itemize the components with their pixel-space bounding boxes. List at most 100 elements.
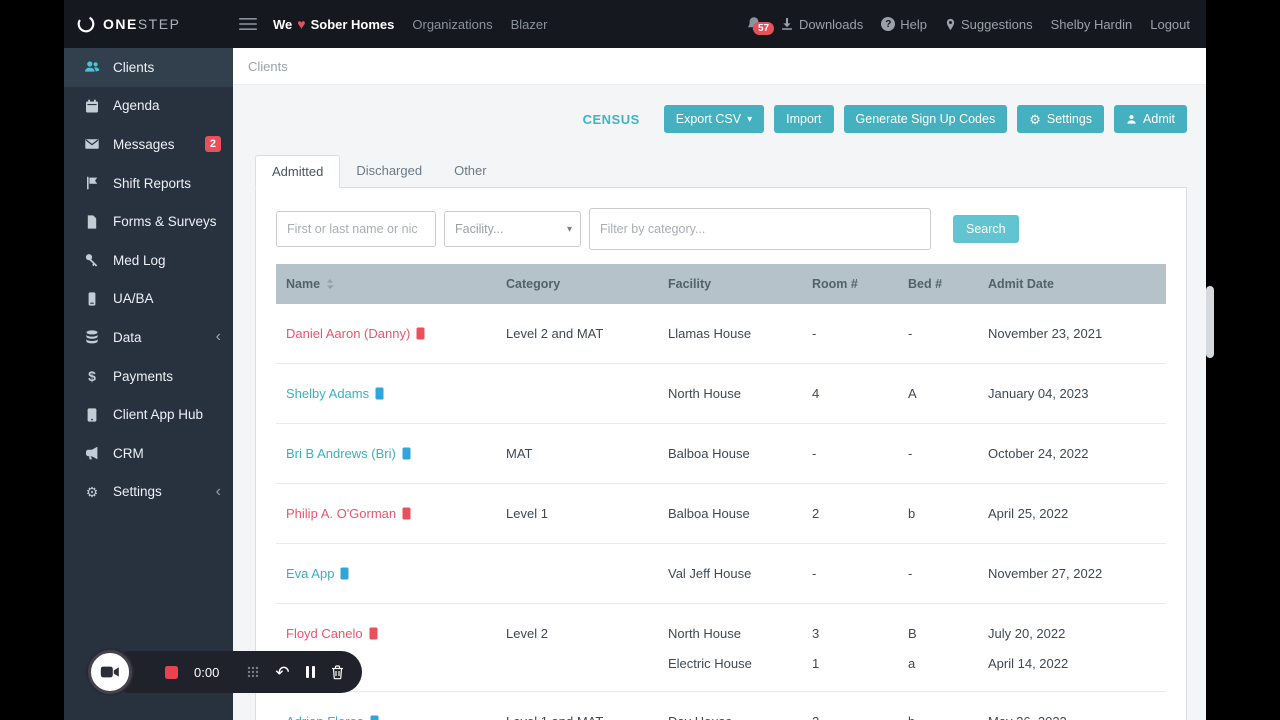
column-header-category: Category bbox=[496, 277, 658, 291]
client-name-link[interactable]: Philip A. O'Gorman bbox=[286, 506, 396, 521]
onestep-logo[interactable]: ONESTEP bbox=[64, 14, 233, 34]
sidebar-item-agenda[interactable]: Agenda bbox=[64, 87, 233, 126]
category-cell: Level 2 and MAT bbox=[506, 326, 604, 341]
facility-cell: Balboa House bbox=[658, 506, 802, 523]
client-name-link[interactable]: Eva App bbox=[286, 566, 334, 581]
name-cell: Daniel Aaron (Danny) bbox=[276, 326, 496, 343]
onestep-logo-icon bbox=[77, 15, 95, 33]
admit-button[interactable]: Admit bbox=[1114, 105, 1187, 133]
facility-cell: Dav House bbox=[658, 714, 802, 720]
nav-organizations[interactable]: Organizations bbox=[412, 17, 492, 32]
facility-value: Val Jeff House bbox=[668, 566, 752, 581]
caret-down-icon: ▾ bbox=[566, 223, 572, 235]
client-name-link[interactable]: Shelby Adams bbox=[286, 386, 369, 401]
flag-icon bbox=[84, 175, 100, 191]
breadcrumb-label: Clients bbox=[248, 58, 288, 74]
facility-select[interactable]: Facility... ▾ bbox=[444, 211, 581, 247]
main-area: Clients CENSUS Export CSV ▾ Import Gener… bbox=[233, 48, 1206, 720]
import-button[interactable]: Import bbox=[774, 105, 834, 133]
table-row: Daniel Aaron (Danny) Level 2 and MAT Llama… bbox=[276, 304, 1166, 364]
sidebar-item-label: Shift Reports bbox=[113, 175, 192, 191]
tabs: Admitted Discharged Other bbox=[255, 155, 1187, 188]
column-header-name[interactable]: Name bbox=[276, 277, 496, 291]
admit-date-cell: July 20, 2022 April 14, 2022 bbox=[978, 626, 1166, 671]
column-header-room: Room # bbox=[802, 277, 898, 291]
sidebar-item-label: CRM bbox=[113, 445, 144, 461]
generate-signup-codes-button[interactable]: Generate Sign Up Codes bbox=[843, 105, 1008, 133]
census-table: Name Category Facility Room # Bed # Admi… bbox=[276, 264, 1166, 720]
export-csv-button[interactable]: Export CSV ▾ bbox=[663, 105, 765, 133]
envelope-icon bbox=[84, 136, 100, 152]
settings-button[interactable]: ⚙ Settings bbox=[1017, 105, 1105, 133]
name-cell: Adrian Florea bbox=[276, 714, 496, 720]
mobile-phone-icon bbox=[402, 447, 411, 460]
suggestions-link[interactable]: Suggestions bbox=[945, 17, 1033, 32]
facility-cell: North House bbox=[658, 386, 802, 403]
client-name-link[interactable]: Adrian Florea bbox=[286, 714, 364, 720]
pause-button[interactable] bbox=[305, 666, 315, 678]
undo-icon[interactable]: ↶ bbox=[275, 664, 289, 681]
admit-date-cell: November 23, 2021 bbox=[978, 326, 1166, 343]
help-label: Help bbox=[900, 16, 928, 32]
sidebar-item-label: Agenda bbox=[113, 98, 160, 114]
name-search-input[interactable] bbox=[276, 211, 436, 247]
room-value: 1 bbox=[812, 656, 820, 671]
downloads-link[interactable]: Downloads bbox=[780, 17, 863, 32]
mobile-phone-icon bbox=[369, 627, 378, 640]
sidebar-item-shift-reports[interactable]: Shift Reports bbox=[64, 164, 233, 203]
category-filter-input[interactable] bbox=[589, 208, 931, 250]
settings-label: Settings bbox=[1046, 112, 1093, 126]
client-name-link[interactable]: Floyd Canelo bbox=[286, 626, 363, 641]
scrollbar-thumb[interactable] bbox=[1206, 286, 1214, 358]
bed-cell: - bbox=[898, 566, 978, 583]
sidebar-item-settings[interactable]: ⚙ Settings ‹ bbox=[64, 473, 233, 512]
sidebar-item-clients[interactable]: Clients bbox=[64, 48, 233, 87]
mobile-phone-icon bbox=[402, 507, 411, 520]
hamburger-menu-icon[interactable] bbox=[239, 17, 257, 31]
users-icon bbox=[84, 59, 100, 75]
help-link[interactable]: ? Help bbox=[881, 17, 927, 32]
logout-link[interactable]: Logout bbox=[1150, 17, 1190, 32]
sidebar-item-ua-ba[interactable]: UA/BA bbox=[64, 280, 233, 319]
room-value: 2 bbox=[812, 714, 898, 720]
document-icon bbox=[84, 214, 100, 230]
date-value: November 27, 2022 bbox=[988, 566, 1103, 581]
sidebar-item-messages[interactable]: Messages 2 bbox=[64, 125, 233, 164]
room-cell: 4 bbox=[802, 386, 898, 403]
mobile-phone-icon bbox=[375, 387, 384, 400]
user-menu[interactable]: Shelby Hardin bbox=[1051, 17, 1133, 32]
name-cell: Eva App bbox=[276, 566, 496, 583]
search-button[interactable]: Search bbox=[953, 215, 1019, 243]
date-value: July 20, 2022 bbox=[988, 626, 1066, 641]
sidebar-item-label: Client App Hub bbox=[113, 407, 204, 423]
person-icon bbox=[1127, 114, 1136, 124]
date-value: October 24, 2022 bbox=[988, 446, 1089, 461]
client-name-link[interactable]: Bri B Andrews (Bri) bbox=[286, 446, 396, 461]
drag-handle-icon[interactable] bbox=[247, 666, 259, 678]
test-strip-icon bbox=[84, 291, 100, 307]
category-cell: Level 2 bbox=[506, 626, 548, 641]
camera-button[interactable] bbox=[88, 650, 132, 694]
sidebar-item-data[interactable]: Data ‹ bbox=[64, 318, 233, 357]
sidebar-item-med-log[interactable]: Med Log bbox=[64, 241, 233, 280]
sidebar-item-forms-surveys[interactable]: Forms & Surveys bbox=[64, 202, 233, 241]
delete-recording-button[interactable] bbox=[331, 664, 344, 680]
bed-value: A bbox=[908, 386, 917, 401]
room-cell: 2 bbox=[802, 714, 898, 720]
stop-recording-button[interactable] bbox=[165, 665, 178, 679]
table-row: Eva App Val Jeff House - - November 27, 2022 bbox=[276, 544, 1166, 604]
notifications-button[interactable]: 57 bbox=[746, 16, 775, 35]
bed-cell: b bbox=[898, 506, 978, 523]
mobile-phone-icon bbox=[370, 715, 379, 720]
trash-icon bbox=[331, 664, 343, 679]
client-name-link[interactable]: Daniel Aaron (Danny) bbox=[286, 326, 410, 341]
sidebar-item-crm[interactable]: CRM bbox=[64, 434, 233, 473]
category-cell bbox=[496, 566, 658, 583]
sidebar-item-payments[interactable]: $ Payments bbox=[64, 357, 233, 396]
tab-discharged[interactable]: Discharged bbox=[340, 155, 438, 187]
admit-date-cell: May 26, 2022 bbox=[978, 714, 1166, 720]
tab-other[interactable]: Other bbox=[438, 155, 503, 187]
tab-admitted[interactable]: Admitted bbox=[255, 155, 341, 188]
nav-blazer[interactable]: Blazer bbox=[511, 17, 548, 32]
sidebar-item-client-app-hub[interactable]: Client App Hub bbox=[64, 395, 233, 434]
